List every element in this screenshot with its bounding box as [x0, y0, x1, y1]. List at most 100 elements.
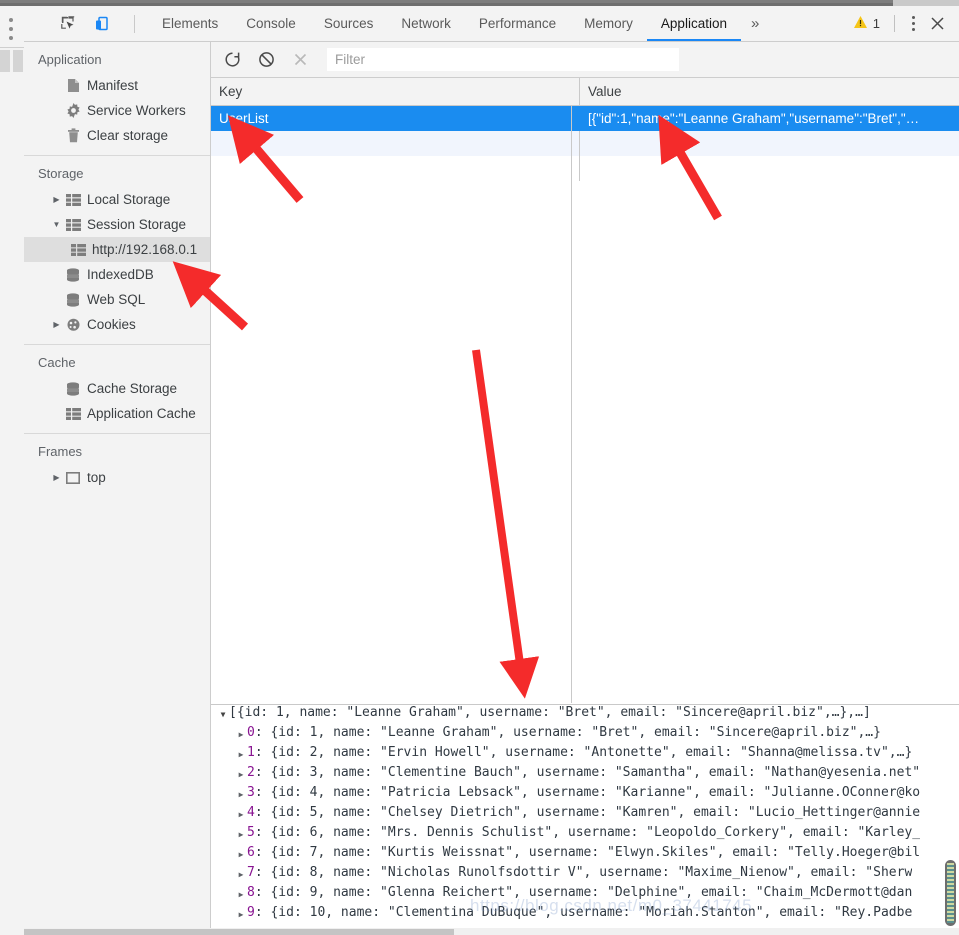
table-icon — [63, 194, 83, 206]
cell-value[interactable]: [{"id":1,"name":"Leanne Graham","usernam… — [580, 106, 959, 131]
gutter-menu-icon[interactable] — [9, 18, 14, 45]
preview-child-line[interactable]: ▶ 9 : {id: 10, name: "Clementina DuBuque… — [211, 905, 959, 925]
sidebar-item-top-frame[interactable]: ▶ top — [24, 465, 210, 490]
warning-badge[interactable]: 1 — [847, 15, 886, 32]
tab-label: Elements — [162, 16, 218, 31]
tab-elements[interactable]: Elements — [148, 6, 232, 41]
preview-root-line[interactable]: ▼ [{id: 1, name: "Leanne Graham", userna… — [211, 705, 959, 725]
more-tabs-icon[interactable]: » — [741, 6, 769, 41]
device-toolbar-icon[interactable] — [92, 14, 112, 34]
sidebar-item-local-storage[interactable]: ▶ Local Storage — [24, 187, 210, 212]
tab-label: Console — [246, 16, 296, 31]
database-icon — [63, 293, 83, 307]
sidebar-item-cookies[interactable]: ▶ Cookies — [24, 312, 210, 337]
preview-vertical-scrollbar[interactable] — [945, 860, 956, 926]
preview-index: 5 — [247, 825, 255, 840]
refresh-icon[interactable] — [219, 47, 245, 73]
chevron-right-icon[interactable]: ▶ — [235, 825, 247, 845]
sidebar-item-indexeddb[interactable]: ▶ IndexedDB — [24, 262, 210, 287]
tab-network[interactable]: Network — [387, 6, 465, 41]
chevron-right-icon[interactable]: ▶ — [235, 765, 247, 785]
preview-child-line[interactable]: ▶ 1 : {id: 2, name: "Ervin Howell", user… — [211, 745, 959, 765]
cell-value[interactable] — [580, 156, 959, 181]
cell-key[interactable] — [211, 156, 580, 181]
table-icon — [63, 219, 83, 231]
chevron-right-icon[interactable]: ▶ — [235, 845, 247, 865]
table-row[interactable] — [211, 131, 959, 156]
sidebar-item-label: Session Storage — [87, 217, 186, 232]
table-row[interactable] — [211, 156, 959, 181]
preview-child-text: : {id: 4, name: "Patricia Lebsack", user… — [255, 785, 920, 800]
devtools-window: Elements Console Sources Network Perform… — [0, 0, 959, 935]
preview-index: 3 — [247, 785, 255, 800]
chevron-down-icon[interactable]: ▼ — [50, 220, 63, 229]
chevron-right-icon[interactable]: ▶ — [50, 473, 63, 482]
sidebar-item-label: Application Cache — [87, 406, 196, 421]
chevron-right-icon[interactable]: ▶ — [235, 805, 247, 825]
column-header-key[interactable]: Key — [211, 78, 580, 105]
tab-label: Application — [661, 16, 727, 31]
storage-table[interactable]: Key Value UserList [{"id":1,"name":"Lean… — [211, 78, 959, 703]
inspect-cursor-icon[interactable] — [58, 14, 78, 34]
chevron-right-icon[interactable]: ▶ — [235, 725, 247, 745]
preview-child-line[interactable]: ▶ 7 : {id: 8, name: "Nicholas Runolfsdot… — [211, 865, 959, 885]
preview-child-line[interactable]: ▶ 2 : {id: 3, name: "Clementine Bauch", … — [211, 765, 959, 785]
tab-console[interactable]: Console — [232, 6, 310, 41]
tab-sources[interactable]: Sources — [310, 6, 388, 41]
horizontal-scrollbar[interactable] — [24, 928, 959, 935]
kebab-menu-icon[interactable] — [903, 14, 923, 34]
sidebar-item-clear-storage[interactable]: ▶ Clear storage — [24, 123, 210, 148]
tabbar-divider — [134, 15, 135, 33]
block-clear-icon[interactable] — [253, 47, 279, 73]
sidebar-item-label: Manifest — [87, 78, 138, 93]
chevron-right-icon[interactable]: ▶ — [235, 865, 247, 885]
chevron-right-icon[interactable]: ▶ — [235, 745, 247, 765]
tab-application[interactable]: Application — [647, 6, 741, 41]
chevron-right-icon[interactable]: ▶ — [235, 785, 247, 805]
tab-memory[interactable]: Memory — [570, 6, 647, 41]
column-header-value[interactable]: Value — [580, 78, 959, 105]
cell-value[interactable] — [580, 131, 959, 156]
sidebar-section-title: Storage — [24, 156, 210, 187]
cookie-icon — [63, 317, 83, 332]
more-tabs-label: » — [751, 15, 759, 32]
preview-child-text: : {id: 2, name: "Ervin Howell", username… — [255, 745, 912, 760]
tab-list: Elements Console Sources Network Perform… — [148, 6, 769, 41]
preview-child-line[interactable]: ▶ 8 : {id: 9, name: "Glenna Reichert", u… — [211, 885, 959, 905]
devtools-tabbar: Elements Console Sources Network Perform… — [24, 6, 959, 42]
preview-child-line[interactable]: ▶ 0 : {id: 1, name: "Leanne Graham", use… — [211, 725, 959, 745]
cell-key[interactable] — [211, 131, 580, 156]
chevron-right-icon[interactable]: ▶ — [50, 320, 63, 329]
value-preview-panel[interactable]: ▼ [{id: 1, name: "Leanne Graham", userna… — [211, 704, 959, 935]
preview-child-line[interactable]: ▶ 4 : {id: 5, name: "Chelsey Dietrich", … — [211, 805, 959, 825]
trash-icon — [63, 128, 83, 143]
preview-child-line[interactable]: ▶ 6 : {id: 7, name: "Kurtis Weissnat", u… — [211, 845, 959, 865]
tabbar-right-controls: 1 — [847, 6, 949, 41]
filter-field[interactable] — [327, 48, 679, 71]
chevron-down-icon[interactable]: ▼ — [217, 705, 229, 725]
window-strip-highlight — [0, 0, 959, 3]
close-icon[interactable] — [925, 12, 949, 36]
chevron-right-icon[interactable]: ▶ — [50, 195, 63, 204]
chevron-right-icon[interactable]: ▶ — [235, 905, 247, 925]
preview-child-line[interactable]: ▶ 5 : {id: 6, name: "Mrs. Dennis Schulis… — [211, 825, 959, 845]
column-resizer[interactable] — [571, 105, 572, 703]
gutter-divider — [0, 47, 24, 48]
preview-index: 0 — [247, 725, 255, 740]
application-sidebar[interactable]: Application ▶ Manifest ▶ Service Workers… — [24, 42, 211, 935]
sidebar-item-session-storage[interactable]: ▼ Session Storage — [24, 212, 210, 237]
cell-key[interactable]: UserList — [211, 106, 580, 131]
sidebar-item-session-storage-origin[interactable]: http://192.168.0.1 — [24, 237, 210, 262]
table-row[interactable]: UserList [{"id":1,"name":"Leanne Graham"… — [211, 106, 959, 131]
sidebar-item-manifest[interactable]: ▶ Manifest — [24, 73, 210, 98]
sidebar-item-web-sql[interactable]: ▶ Web SQL — [24, 287, 210, 312]
chevron-right-icon[interactable]: ▶ — [235, 885, 247, 905]
tab-performance[interactable]: Performance — [465, 6, 570, 41]
delete-x-icon[interactable] — [287, 47, 313, 73]
sidebar-item-service-workers[interactable]: ▶ Service Workers — [24, 98, 210, 123]
sidebar-item-cache-storage[interactable]: ▶ Cache Storage — [24, 376, 210, 401]
sidebar-item-application-cache[interactable]: ▶ Application Cache — [24, 401, 210, 426]
preview-child-text: : {id: 6, name: "Mrs. Dennis Schulist", … — [255, 825, 920, 840]
preview-child-line[interactable]: ▶ 3 : {id: 4, name: "Patricia Lebsack", … — [211, 785, 959, 805]
filter-input[interactable] — [333, 51, 673, 68]
